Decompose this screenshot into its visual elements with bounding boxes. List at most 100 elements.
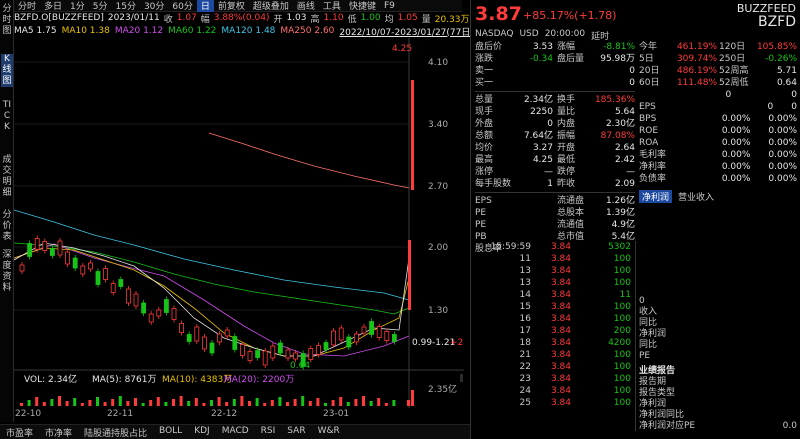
period-tab-1min[interactable]: 1分 bbox=[66, 0, 89, 12]
tab-wr[interactable]: W&R bbox=[312, 425, 346, 439]
perf-label: 60日 bbox=[639, 78, 660, 88]
volume-bar bbox=[126, 401, 130, 406]
tab-intraday[interactable]: 分时图 bbox=[1, 4, 13, 37]
f9-button[interactable]: F9 bbox=[380, 1, 399, 11]
price-annotations: 4.25 0.64 0.99-1.21 +22.3 bbox=[290, 44, 464, 371]
period-tab-day[interactable]: 日 bbox=[196, 0, 214, 12]
stats-value: 1 bbox=[547, 179, 553, 189]
ma-legend-bar: MA5 1.75 MA10 1.38 MA20 1.12 MA60 1.22 M… bbox=[14, 25, 474, 38]
ratio-label: 负债率 bbox=[639, 174, 667, 184]
fin-last-value: 0.0 bbox=[782, 421, 797, 431]
candle-body bbox=[126, 288, 131, 304]
fin-top-item: 收入 bbox=[639, 307, 658, 317]
tab-macd[interactable]: MACD bbox=[216, 425, 255, 439]
stats-value: 0 bbox=[547, 119, 553, 129]
overlay-button[interactable]: 超级叠加 bbox=[249, 0, 293, 12]
fin-top-item: 0 bbox=[639, 296, 645, 306]
volume-bar bbox=[225, 402, 229, 406]
volume-legend: VOL: 2.34亿 MA(5): 8761万 MA(10): 4383万 MA… bbox=[24, 373, 457, 395]
stats-label: 涨停 bbox=[475, 167, 494, 177]
bidask-value: 3.53 bbox=[532, 42, 553, 52]
stats-label: 总量 bbox=[475, 95, 494, 105]
ma10-legend: MA10 1.38 bbox=[61, 26, 110, 36]
candle-body bbox=[42, 241, 48, 251]
stats-label: 均价 bbox=[475, 143, 494, 153]
volume-bar bbox=[65, 401, 69, 406]
tab-net-profit[interactable]: 净利润 bbox=[639, 190, 673, 203]
tab-revenue[interactable]: 营业收入 bbox=[678, 190, 714, 203]
tick-volume: 100 bbox=[613, 314, 631, 324]
vol-ma10: MA(10): 4383万 bbox=[162, 375, 232, 385]
ma120-legend: MA120 1.48 bbox=[221, 26, 276, 36]
candle-body bbox=[270, 345, 276, 359]
ratio-row: ROA 0.00% 0.00% bbox=[639, 137, 797, 149]
stats-value: 7.64亿 bbox=[523, 131, 553, 141]
candle-body bbox=[118, 279, 124, 287]
period-tab-60min[interactable]: 60分 bbox=[168, 0, 196, 12]
symbol-label: BZFD.O[BUZZFEED] bbox=[14, 13, 104, 23]
shortcut-button[interactable]: 快捷键 bbox=[345, 0, 380, 12]
stats-value: 2250 bbox=[530, 107, 553, 117]
adjust-button[interactable]: 前复权 bbox=[214, 0, 249, 12]
close-value: 1.07 bbox=[176, 13, 197, 23]
candle-body bbox=[148, 313, 154, 323]
tab-trade-detail[interactable]: 成交明细 bbox=[1, 155, 13, 199]
volume-bar bbox=[111, 399, 115, 406]
tab-depth-info[interactable]: 深度资料 bbox=[1, 250, 13, 294]
bidask-row: 盘后价 3.53 涨幅 -8.81% bbox=[475, 41, 635, 53]
tick-time: 24 bbox=[519, 386, 531, 396]
left-vertical-toolbar: 分时图 K线图 TICK 成交明细 分价表 深度资料 bbox=[0, 0, 14, 422]
volume-bar bbox=[156, 397, 160, 406]
candle-body bbox=[285, 349, 291, 359]
volume-bar bbox=[164, 402, 168, 406]
candle-body bbox=[19, 264, 25, 272]
volume-bar bbox=[293, 399, 297, 406]
tab-kline[interactable]: K线图 bbox=[1, 54, 13, 87]
period-tab-30min[interactable]: 30分 bbox=[140, 0, 168, 12]
period-tab-5min[interactable]: 5分 bbox=[89, 0, 112, 12]
ratio-value: 0.00% bbox=[768, 162, 797, 172]
tick-row: 18 3.84 4200 bbox=[475, 337, 631, 349]
draw-line-button[interactable]: 画线 bbox=[293, 0, 319, 12]
tick-volume: 100 bbox=[613, 374, 631, 384]
tab-rsi[interactable]: RSI bbox=[255, 425, 282, 439]
tick-list: 15:59:59 3.84 5302 11 3.84 100 13 3.84 1… bbox=[475, 241, 631, 409]
date-tick: 23-01 bbox=[323, 409, 350, 419]
tab-kdj[interactable]: KDJ bbox=[188, 425, 216, 439]
candle-body bbox=[141, 302, 146, 314]
fund-row: PE 总股本 1.39亿 bbox=[475, 207, 635, 219]
candle-body bbox=[323, 342, 329, 350]
candle-body bbox=[50, 248, 55, 256]
date-range-label[interactable]: 2022/10/07-2023/01/27(77日) bbox=[339, 25, 473, 38]
volume-bar bbox=[240, 396, 244, 406]
bidask-value: -8.81% bbox=[603, 42, 635, 52]
tab-sar[interactable]: SAR bbox=[281, 425, 311, 439]
tick-time: 16 bbox=[519, 314, 531, 324]
tick-row: 11 3.84 100 bbox=[475, 253, 631, 265]
tab-price-volume[interactable]: 分价表 bbox=[1, 210, 13, 243]
tab-pb[interactable]: 市净率 bbox=[39, 425, 78, 439]
period-tab-intraday[interactable]: 分时 bbox=[14, 0, 40, 12]
tick-row: 13 3.84 100 bbox=[475, 277, 631, 289]
volume-bar bbox=[316, 398, 320, 406]
candle-body bbox=[95, 271, 101, 285]
tab-pe[interactable]: 市盈率 bbox=[0, 425, 39, 439]
tab-boll[interactable]: BOLL bbox=[153, 425, 188, 439]
stats-row: 每手股数 1 昨收 2.09 bbox=[475, 178, 635, 190]
kline-chart[interactable]: 4.10 3.40 2.70 2.00 1.30 4.25 0.64 0.99-… bbox=[14, 38, 464, 408]
indicator-tabs: 市盈率 市净率 陆股通持股占比 BOLL KDJ MACD RSI SAR W&… bbox=[0, 424, 470, 439]
period-tab-15min[interactable]: 15分 bbox=[112, 0, 140, 12]
period-tab-multiday[interactable]: 多日 bbox=[40, 0, 66, 12]
volume-bar bbox=[27, 400, 31, 406]
volume-bar bbox=[179, 396, 183, 406]
volume-bar bbox=[118, 396, 122, 406]
vol-total: VOL: 2.34亿 bbox=[24, 373, 77, 385]
tab-tick[interactable]: TICK bbox=[1, 100, 13, 133]
price-tick: 3.40 bbox=[428, 120, 448, 130]
stats-label: 量比 bbox=[557, 107, 576, 117]
tools-button[interactable]: 工具 bbox=[319, 0, 345, 12]
perf-value: 486.19% bbox=[676, 66, 717, 76]
candle-surge bbox=[408, 240, 411, 310]
candle-body bbox=[315, 345, 321, 355]
tab-connect-holdings[interactable]: 陆股通持股占比 bbox=[78, 425, 153, 439]
